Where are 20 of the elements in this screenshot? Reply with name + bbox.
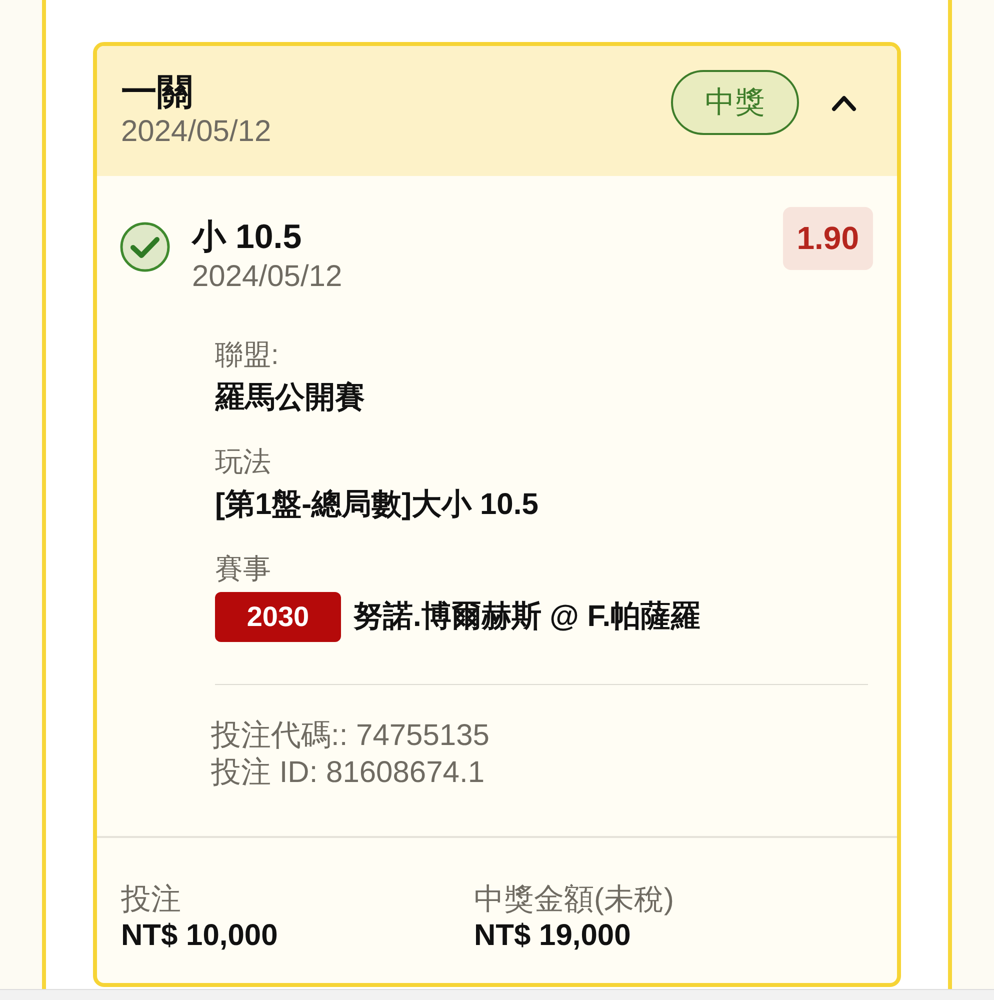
- bet-reference: 投注 ID: 81608674.1: [211, 755, 486, 791]
- selection-date: 2024/05/12: [192, 259, 344, 295]
- chevron-up-icon: [831, 94, 857, 112]
- match-name: 努諾.博爾赫斯 @ F.帕薩羅: [353, 599, 701, 635]
- odds-badge: 1.90: [782, 207, 873, 270]
- selection-pick: 小 10.5: [192, 217, 303, 258]
- total-label: 中獎金額(未稅): [474, 882, 675, 918]
- bet-reference: 投注代碼:: 74755135: [211, 718, 490, 754]
- detail-label: 玩法: [215, 445, 272, 479]
- detail-value: [第1盤-總局數]大小 10.5: [215, 487, 540, 523]
- total-amount: NT$ 10,000: [121, 918, 279, 954]
- detail-value: 羅馬公開賽: [215, 380, 366, 416]
- event-code-tag: 2030: [215, 592, 341, 642]
- detail-label: 聯盟:: [215, 338, 280, 372]
- bet-date: 2024/05/12: [121, 114, 272, 150]
- detail-label: 賽事: [215, 552, 272, 586]
- status-badge: 中獎: [671, 70, 799, 135]
- total-amount: NT$ 19,000: [474, 918, 632, 954]
- bet-type-title: 一關: [121, 70, 194, 114]
- total-label: 投注: [121, 882, 182, 918]
